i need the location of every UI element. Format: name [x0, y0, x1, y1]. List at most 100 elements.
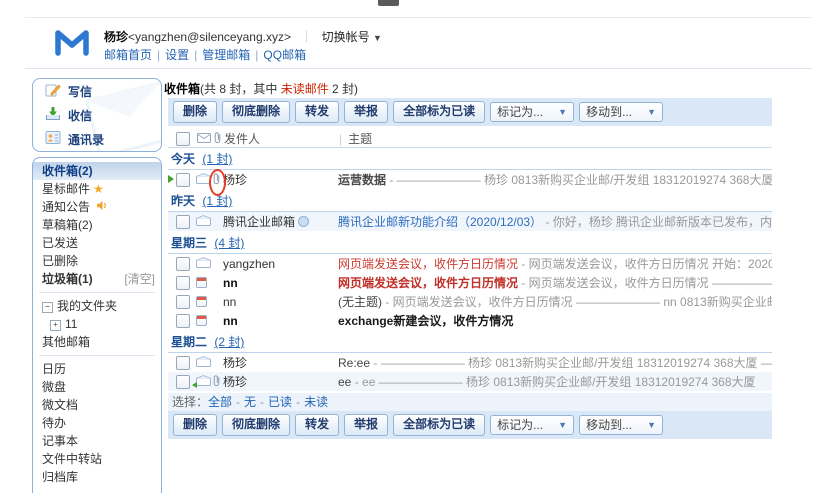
row-checkbox[interactable]	[176, 215, 190, 229]
group-count-link[interactable]: (4 封)	[214, 236, 244, 250]
mail-subject: 腾讯企业邮新功能介绍（2020/12/03）	[338, 215, 542, 229]
group-header-today: 今天 (1 封)	[168, 150, 772, 170]
star-icon: ★	[93, 182, 104, 196]
mail-preview: - ——————— 杨珍 0813新购买企业邮/开发组 18312019274 …	[370, 356, 772, 370]
sidebar-receive-label: 收信	[68, 107, 92, 124]
mail-preview: - 网页端发送会议，收件方日历情况 ——————— nn 0813新购买企业邮 …	[382, 295, 772, 309]
mail-sender: nn	[223, 295, 338, 309]
expand-icon[interactable]: +	[50, 320, 61, 331]
report-button[interactable]: 举报	[344, 101, 388, 123]
forward-button[interactable]: 转发	[295, 414, 339, 436]
row-checkbox[interactable]	[176, 276, 190, 290]
mail-row[interactable]: 杨珍 ee - ee ——————— 杨珍 0813新购买企业邮/开发组 183…	[168, 372, 772, 391]
sent-label: 已发送	[42, 236, 78, 250]
select-all-link[interactable]: 全部	[208, 395, 232, 409]
sidebar-compose-button[interactable]: 写信	[33, 79, 161, 103]
sidebar-item-my-folders[interactable]: −我的文件夹	[33, 297, 161, 315]
row-checkbox[interactable]	[176, 257, 190, 271]
forward-button[interactable]: 转发	[295, 101, 339, 123]
sidebar-separator	[39, 355, 155, 356]
sidebar-item-other-mailboxes[interactable]: 其他邮箱	[33, 333, 161, 351]
collapse-icon[interactable]: −	[42, 302, 53, 313]
delete-button[interactable]: 删除	[173, 101, 217, 123]
row-checkbox[interactable]	[176, 295, 190, 309]
toolbar-top: 删除 彻底删除 转发 举报 全部标为已读 标记为...▼ 移动到...▼	[168, 98, 772, 126]
sidebar-item-announcements[interactable]: 通知公告	[33, 198, 161, 216]
compose-icon	[45, 82, 61, 100]
group-label: 昨天	[171, 194, 195, 208]
column-sender: 发件人	[224, 130, 339, 147]
mail-preview: - 网页端发送会议，收件方日历情况 开始：2020年12月2日15:30 结束	[518, 257, 772, 271]
sidebar-item-calendar[interactable]: 日历	[33, 360, 161, 378]
mail-preview: - ee ——————— 杨珍 0813新购买企业邮/开发组 183120192…	[351, 375, 755, 389]
reply-arrow-icon	[192, 382, 197, 388]
deleted-label: 已删除	[42, 254, 78, 268]
mail-row[interactable]: nn 网页端发送会议，收件方日历情况 - 网页端发送会议，收件方日历情况 ———…	[168, 273, 772, 292]
junk-label: 垃圾箱(1)	[42, 272, 93, 286]
sidebar-item-starred[interactable]: 星标邮件★	[33, 180, 161, 198]
official-badge-icon	[298, 216, 309, 227]
replied-mail-icon	[196, 375, 211, 389]
sidebar-item-notes[interactable]: 记事本	[33, 432, 161, 450]
speaker-icon	[96, 200, 108, 214]
mail-sender: nn	[223, 276, 338, 290]
row-checkbox[interactable]	[176, 173, 190, 187]
group-label: 星期三	[171, 236, 207, 250]
inbox-title-unread-count: 2 封)	[329, 82, 358, 96]
nav-mail-home[interactable]: 邮箱首页	[104, 48, 152, 62]
mark-as-dropdown[interactable]: 标记为...▼	[490, 102, 574, 122]
sidebar-item-inbox[interactable]: 收件箱(2)	[33, 162, 161, 180]
sidebar-receive-button[interactable]: 收信	[33, 103, 161, 127]
select-read-link[interactable]: 已读	[268, 395, 292, 409]
mail-sender: 杨珍	[223, 373, 338, 390]
mark-as-dropdown[interactable]: 标记为...▼	[490, 415, 574, 435]
sidebar-item-todo[interactable]: 待办	[33, 414, 161, 432]
mail-row[interactable]: 腾讯企业邮箱 腾讯企业邮新功能介绍（2020/12/03） - 你好，杨珍 腾讯…	[168, 212, 772, 231]
select-unread-link[interactable]: 未读	[304, 395, 328, 409]
starred-label: 星标邮件	[42, 182, 90, 196]
sidebar-item-drafts[interactable]: 草稿箱(2)	[33, 216, 161, 234]
mail-row[interactable]: 杨珍 Re:ee - ——————— 杨珍 0813新购买企业邮/开发组 183…	[168, 353, 772, 372]
mark-as-label: 标记为...	[497, 103, 543, 121]
mail-row[interactable]: 杨珍 运营数据 - ——————— 杨珍 0813新购买企业邮/开发组 1831…	[168, 170, 772, 189]
group-count-link[interactable]: (1 封)	[202, 152, 232, 166]
report-button[interactable]: 举报	[344, 414, 388, 436]
inbox-title-unread: 未读邮件	[281, 82, 329, 96]
sidebar-item-file-transfer[interactable]: 文件中转站	[33, 450, 161, 468]
sidebar-item-wedoc[interactable]: 微文档	[33, 396, 161, 414]
paperclip-icon	[214, 131, 221, 147]
meeting-calendar-icon	[196, 315, 207, 326]
mail-row[interactable]: nn exchange新建会议，收件方情况	[168, 311, 772, 330]
row-checkbox[interactable]	[176, 314, 190, 328]
select-all-checkbox[interactable]	[176, 132, 190, 146]
mail-row[interactable]: yangzhen 网页端发送会议，收件方日历情况 - 网页端发送会议，收件方日历…	[168, 254, 772, 273]
sidebar-item-archive[interactable]: 归档库	[33, 468, 161, 486]
sender-text: 腾讯企业邮箱	[223, 213, 295, 230]
delete-button[interactable]: 删除	[173, 414, 217, 436]
group-count-link[interactable]: (2 封)	[214, 335, 244, 349]
empty-junk-link[interactable]: [清空]	[124, 270, 155, 288]
receive-icon	[45, 106, 61, 124]
sidebar-item-junk[interactable]: 垃圾箱(1) [清空]	[33, 270, 161, 288]
mail-subject: 网页端发送会议，收件方日历情况	[338, 276, 518, 290]
row-checkbox[interactable]	[176, 375, 190, 389]
move-to-dropdown[interactable]: 移动到...▼	[579, 415, 663, 435]
mail-row[interactable]: nn (无主题) - 网页端发送会议，收件方日历情况 ——————— nn 08…	[168, 292, 772, 311]
sidebar-item-deleted[interactable]: 已删除	[33, 252, 161, 270]
move-to-dropdown[interactable]: 移动到...▼	[579, 102, 663, 122]
purge-button[interactable]: 彻底删除	[222, 414, 290, 436]
mark-all-read-button[interactable]: 全部标为已读	[393, 414, 485, 436]
mail-list: 今天 (1 封) 杨珍 运营数据 - ——————— 杨珍 0813新购买企业邮…	[168, 150, 772, 439]
my-folders-label: 我的文件夹	[57, 299, 117, 313]
selection-separator: -	[296, 395, 300, 409]
group-count-link[interactable]: (1 封)	[202, 194, 232, 208]
inbox-title-count: (共 8 封，其中	[200, 82, 281, 96]
sidebar-contacts-button[interactable]: 通讯录	[33, 127, 161, 151]
select-none-link[interactable]: 无	[244, 395, 256, 409]
row-checkbox[interactable]	[176, 356, 190, 370]
sidebar-item-subfolder-11[interactable]: +11	[33, 315, 161, 333]
mark-all-read-button[interactable]: 全部标为已读	[393, 101, 485, 123]
sidebar-item-sent[interactable]: 已发送	[33, 234, 161, 252]
sidebar-item-wedrive[interactable]: 微盘	[33, 378, 161, 396]
purge-button[interactable]: 彻底删除	[222, 101, 290, 123]
